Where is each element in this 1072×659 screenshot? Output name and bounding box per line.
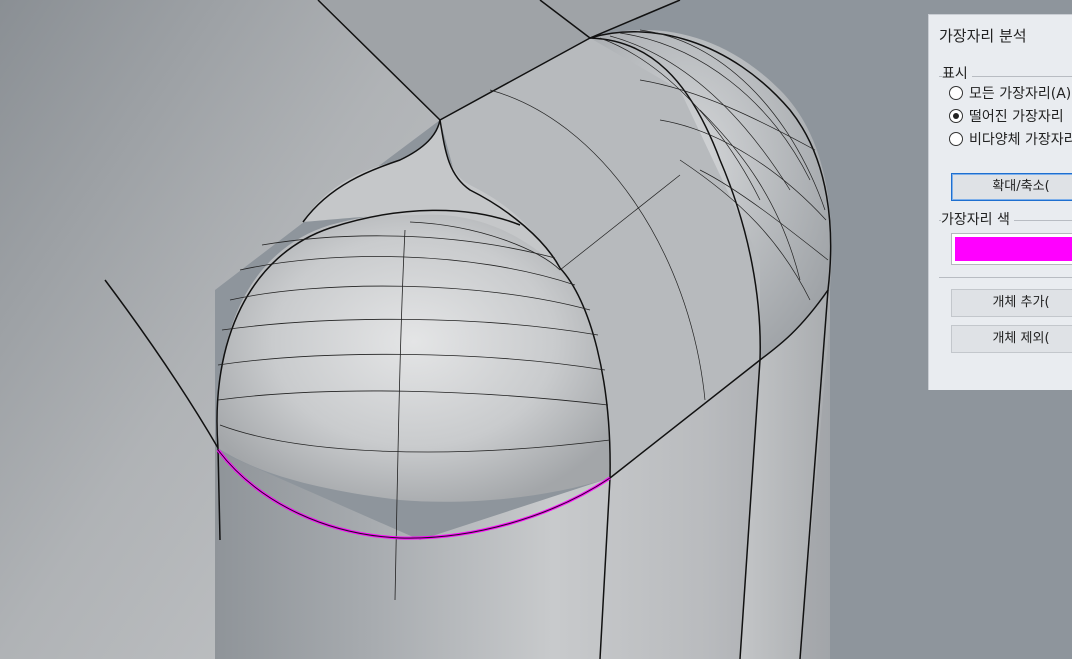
panel-title: 가장자리 분석	[939, 27, 1027, 45]
radio-all-edges-label: 모든 가장자리(A)	[969, 86, 1072, 102]
radio-non-manifold-edges[interactable]: 비다양체 가장자리	[949, 129, 1072, 149]
zoom-button[interactable]: 확대/축소(	[951, 173, 1072, 201]
color-group-label: 가장자리 색	[941, 209, 1014, 229]
radio-unchecked-icon	[949, 132, 963, 146]
remove-objects-button[interactable]: 개체 제외(	[951, 325, 1072, 353]
3d-viewport[interactable]	[0, 0, 1072, 659]
radio-checked-icon	[949, 109, 963, 123]
radio-naked-edges-label: 떨어진 가장자리	[969, 109, 1064, 125]
radio-non-manifold-edges-label: 비다양체 가장자리	[969, 132, 1072, 148]
panel-separator	[939, 277, 1072, 278]
edge-color-fill	[955, 237, 1072, 261]
radio-unchecked-icon	[949, 86, 963, 100]
display-group-label: 표시	[942, 63, 972, 83]
radio-all-edges[interactable]: 모든 가장자리(A)	[949, 83, 1071, 103]
add-objects-button[interactable]: 개체 추가(	[951, 289, 1072, 317]
edge-color-swatch[interactable]	[951, 233, 1072, 265]
edge-analysis-panel: 가장자리 분석 표시 모든 가장자리(A) 떨어진 가장자리 비다양체 가장자리…	[928, 14, 1072, 390]
radio-naked-edges[interactable]: 떨어진 가장자리	[949, 106, 1064, 126]
